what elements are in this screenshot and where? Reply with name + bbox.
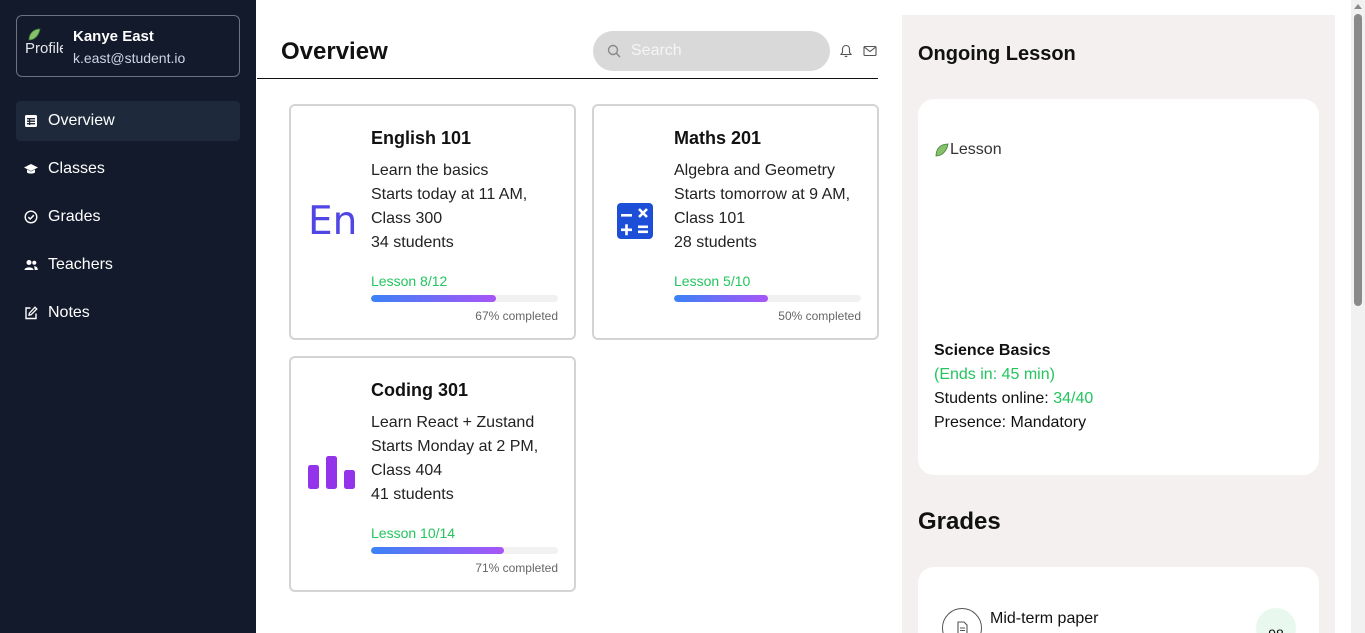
page-scrollbar[interactable] bbox=[1351, 0, 1365, 633]
grade-score: 98 bbox=[1256, 608, 1296, 633]
class-title: Coding 301 bbox=[371, 380, 469, 400]
profile-name: Kanye East bbox=[73, 28, 154, 45]
students-online-label: Students online: bbox=[934, 390, 1049, 407]
document-icon bbox=[957, 621, 968, 633]
sidebar-item-grades[interactable]: Grades bbox=[16, 197, 240, 237]
class-room: Class 101 bbox=[674, 210, 746, 227]
sidebar-item-label: Classes bbox=[48, 160, 105, 177]
class-card-coding[interactable]: Coding 301 Learn React + Zustand Starts … bbox=[289, 356, 576, 592]
progress-fill bbox=[674, 295, 768, 302]
svg-text:En: En bbox=[308, 199, 357, 244]
progress-bar bbox=[371, 547, 558, 554]
lesson-image: Lesson bbox=[934, 141, 1002, 159]
class-title: English 101 bbox=[371, 128, 472, 148]
avatar: Profile bbox=[25, 28, 63, 62]
class-lesson: Lesson 8/12 bbox=[371, 273, 448, 289]
progress-fill bbox=[371, 295, 497, 302]
class-description: Algebra and Geometry bbox=[674, 162, 835, 179]
sidebar-item-label: Teachers bbox=[48, 256, 113, 273]
sidebar-item-label: Notes bbox=[48, 304, 90, 321]
table-icon bbox=[25, 115, 37, 127]
ongoing-lesson-title: Ongoing Lesson bbox=[918, 43, 1076, 65]
main-content: Overview En English 101 Learn the basics… bbox=[257, 0, 879, 633]
sidebar: Profile Kanye East k.east@student.io Ove… bbox=[0, 0, 256, 633]
grade-card[interactable]: Mid-term paper 98 bbox=[918, 567, 1319, 633]
class-lesson: Lesson 5/10 bbox=[674, 273, 751, 289]
sidebar-nav: Overview Classes Grades Teachers Notes bbox=[16, 101, 240, 341]
lesson-image-alt: Lesson bbox=[950, 141, 1002, 158]
grade-name: Mid-term paper bbox=[990, 610, 1099, 627]
class-description: Learn React + Zustand bbox=[371, 414, 535, 431]
search-input[interactable] bbox=[631, 39, 811, 63]
bar-chart-icon bbox=[308, 456, 355, 489]
lesson-name: Science Basics bbox=[934, 342, 1051, 359]
progress-label: 71% completed bbox=[475, 561, 558, 575]
users-icon bbox=[24, 260, 38, 270]
sidebar-item-label: Grades bbox=[48, 208, 101, 225]
search-icon bbox=[607, 44, 621, 58]
class-lesson: Lesson 10/14 bbox=[371, 525, 456, 541]
class-card-maths[interactable]: Maths 201 Algebra and Geometry Starts to… bbox=[592, 104, 879, 340]
lesson-presence: Presence: Mandatory bbox=[934, 414, 1087, 431]
progress-label: 50% completed bbox=[778, 309, 861, 323]
scrollbar-thumb[interactable] bbox=[1354, 14, 1362, 306]
progress-fill bbox=[371, 547, 504, 554]
sidebar-item-notes[interactable]: Notes bbox=[16, 293, 240, 333]
edit-note-icon bbox=[25, 306, 38, 320]
class-description: Learn the basics bbox=[371, 162, 489, 179]
ongoing-lesson-card[interactable]: Lesson Science Basics (Ends in: 45 min) … bbox=[918, 99, 1319, 475]
progress-bar bbox=[674, 295, 861, 302]
lesson-ends: (Ends in: 45 min) bbox=[934, 366, 1055, 383]
progress-bar bbox=[371, 295, 558, 302]
sidebar-item-overview[interactable]: Overview bbox=[16, 101, 240, 141]
broken-image-icon bbox=[935, 143, 949, 157]
search-bar[interactable] bbox=[593, 31, 830, 71]
grade-item-icon bbox=[942, 608, 982, 633]
english-en-icon: En bbox=[308, 199, 357, 244]
profile-card[interactable]: Profile Kanye East k.east@student.io bbox=[16, 15, 240, 77]
class-room: Class 300 bbox=[371, 210, 443, 227]
bell-icon[interactable] bbox=[839, 44, 853, 58]
grades-title: Grades bbox=[918, 508, 1001, 535]
sidebar-item-classes[interactable]: Classes bbox=[16, 149, 240, 189]
sidebar-item-label: Overview bbox=[48, 112, 115, 129]
profile-email: k.east@student.io bbox=[73, 50, 186, 66]
calculator-icon bbox=[617, 203, 653, 239]
header-divider bbox=[257, 78, 878, 79]
sidebar-item-teachers[interactable]: Teachers bbox=[16, 245, 240, 285]
avatar-alt-text: Profile bbox=[25, 40, 63, 57]
right-panel: Ongoing Lesson Lesson Science Basics (En… bbox=[902, 15, 1335, 633]
page-title: Overview bbox=[281, 38, 388, 65]
class-schedule: Starts today at 11 AM, bbox=[371, 186, 528, 203]
progress-label: 67% completed bbox=[475, 309, 558, 323]
graduation-cap-icon bbox=[24, 164, 38, 174]
check-circle-icon bbox=[24, 210, 38, 224]
students-online-value: 34/40 bbox=[1053, 390, 1094, 407]
class-schedule: Starts tomorrow at 9 AM, bbox=[674, 186, 851, 203]
class-title: Maths 201 bbox=[674, 128, 762, 148]
students-online: Students online: 34/40 bbox=[934, 390, 1093, 408]
class-students: 34 students bbox=[371, 234, 454, 251]
class-students: 41 students bbox=[371, 486, 454, 503]
class-room: Class 404 bbox=[371, 462, 443, 479]
class-students: 28 students bbox=[674, 234, 757, 251]
mail-icon[interactable] bbox=[863, 44, 877, 58]
scroll-up-arrow-icon[interactable] bbox=[1354, 4, 1362, 9]
class-card-english[interactable]: En English 101 Learn the basics Starts t… bbox=[289, 104, 576, 340]
class-schedule: Starts Monday at 2 PM, bbox=[371, 438, 539, 455]
